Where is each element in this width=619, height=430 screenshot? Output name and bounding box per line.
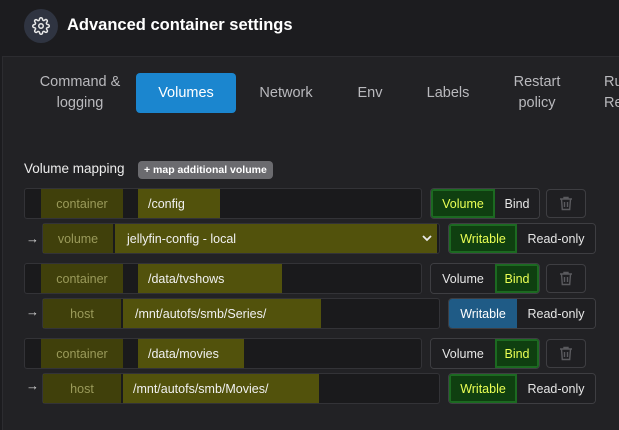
chevron-down-icon bbox=[422, 235, 432, 242]
remove-volume-button[interactable] bbox=[546, 189, 586, 218]
read-only-option[interactable]: Read-only bbox=[517, 299, 595, 328]
container-path-label: container bbox=[41, 189, 123, 218]
arrow-right-icon: → bbox=[26, 304, 39, 319]
tab-volumes[interactable]: Volumes bbox=[136, 73, 236, 113]
access-mode-toggle: Writable Read-only bbox=[448, 298, 596, 329]
volume-type-toggle: Volume Bind bbox=[430, 338, 540, 369]
container-path-label: container bbox=[41, 264, 123, 293]
volume-source-row: volume jellyfin-config - local bbox=[42, 223, 440, 254]
host-path-input[interactable]: /mnt/autofs/smb/Series/ bbox=[123, 299, 321, 328]
volume-type-bind-option[interactable]: Bind bbox=[495, 264, 539, 293]
tab-command-logging[interactable]: Command & logging bbox=[30, 73, 130, 113]
container-path-input[interactable]: /config bbox=[138, 189, 220, 218]
trash-icon bbox=[560, 196, 572, 211]
volume-type-bind-option[interactable]: Bind bbox=[495, 189, 539, 218]
container-path-input[interactable]: /data/tvshows bbox=[138, 264, 282, 293]
volume-type-toggle: Volume Bind bbox=[430, 188, 540, 219]
container-path-input[interactable]: /data/movies bbox=[138, 339, 244, 368]
arrow-right-icon: → bbox=[26, 231, 39, 246]
page-title: Advanced container settings bbox=[67, 16, 293, 34]
host-path-label: host bbox=[43, 374, 121, 403]
volume-type-volume-option[interactable]: Volume bbox=[431, 264, 495, 293]
tab-runtime-resources[interactable]: Ru Re bbox=[604, 73, 619, 113]
header-icon-badge bbox=[24, 9, 58, 43]
arrow-right-icon: → bbox=[26, 378, 39, 393]
container-path-row: container /data/tvshows bbox=[24, 263, 422, 294]
tab-labels[interactable]: Labels bbox=[420, 73, 476, 113]
access-mode-toggle: Writable Read-only bbox=[448, 223, 596, 254]
volume-type-volume-option[interactable]: Volume bbox=[431, 189, 495, 218]
tab-restart-policy[interactable]: Restart policy bbox=[504, 73, 570, 113]
volume-mapping-label: Volume mapping bbox=[24, 161, 125, 176]
host-path-label: host bbox=[43, 299, 121, 328]
tab-network[interactable]: Network bbox=[250, 73, 322, 113]
gear-icon bbox=[32, 17, 50, 35]
writable-option[interactable]: Writable bbox=[449, 299, 517, 328]
header-bar: Advanced container settings bbox=[0, 0, 619, 56]
remove-volume-button[interactable] bbox=[546, 264, 586, 293]
volume-type-toggle: Volume Bind bbox=[430, 263, 540, 294]
tab-env[interactable]: Env bbox=[350, 73, 390, 113]
map-additional-volume-button[interactable]: + map additional volume bbox=[138, 161, 273, 179]
trash-icon bbox=[560, 271, 572, 286]
host-path-input[interactable]: /mnt/autofs/smb/Movies/ bbox=[123, 374, 319, 403]
host-path-row: host /mnt/autofs/smb/Series/ bbox=[42, 298, 440, 329]
container-path-label: container bbox=[41, 339, 123, 368]
host-path-row: host /mnt/autofs/smb/Movies/ bbox=[42, 373, 440, 404]
remove-volume-button[interactable] bbox=[546, 339, 586, 368]
read-only-option[interactable]: Read-only bbox=[517, 224, 595, 253]
read-only-option[interactable]: Read-only bbox=[517, 374, 595, 403]
volume-source-label: volume bbox=[43, 224, 113, 253]
container-path-row: container /config bbox=[24, 188, 422, 219]
volume-type-volume-option[interactable]: Volume bbox=[431, 339, 495, 368]
volume-source-select[interactable]: jellyfin-config - local bbox=[115, 224, 437, 253]
writable-option[interactable]: Writable bbox=[449, 374, 517, 403]
access-mode-toggle: Writable Read-only bbox=[448, 373, 596, 404]
volume-type-bind-option[interactable]: Bind bbox=[495, 339, 539, 368]
trash-icon bbox=[560, 346, 572, 361]
container-path-row: container /data/movies bbox=[24, 338, 422, 369]
writable-option[interactable]: Writable bbox=[449, 224, 517, 253]
